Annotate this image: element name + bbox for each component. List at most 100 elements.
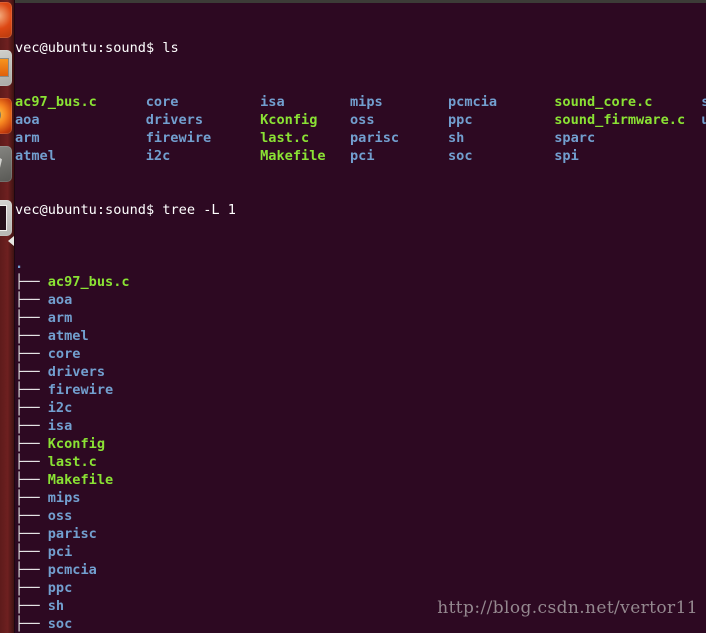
tree-entry-row: ├── isa (15, 417, 706, 435)
tree-dir-entry: firewire (47, 382, 114, 398)
ls-row: aoa drivers Kconfig oss ppc sound_firmware.c u… (15, 111, 706, 129)
tree-entry-row: ├── pcmcia (15, 561, 706, 579)
tree-dir-entry: pcmcia (47, 562, 97, 578)
tree-entry-row: ├── arm (15, 309, 706, 327)
tree-entry-row: ├── atmel (15, 327, 706, 345)
tree-branch-icon: ├── (15, 310, 48, 326)
ls-file-entry: sound_firmware.c (554, 112, 686, 128)
tree-branch-icon: ├── (15, 454, 48, 470)
files-icon[interactable] (0, 50, 12, 86)
ls-row: ac97_bus.c core isa mips pcmcia sound_core.c s… (15, 93, 706, 111)
tree-branch-icon: ├── (15, 526, 48, 542)
tree-branch-icon: ├── (15, 508, 48, 524)
tree-branch-icon: ├── (15, 328, 48, 344)
tree-branch-icon: ├── (15, 364, 48, 380)
unity-launcher[interactable] (0, 0, 15, 633)
ls-dir-entry: atmel (15, 148, 56, 164)
tree-dir-entry: arm (47, 310, 73, 326)
ls-dir-entry: isa (260, 94, 285, 110)
ls-file-entry: ac97_bus.c (15, 94, 97, 110)
tree-dir-entry: oss (47, 508, 73, 524)
ls-dir-entry: mips (349, 94, 383, 110)
tree-dir-entry: atmel (47, 328, 89, 344)
tree-dir-entry: aoa (47, 292, 73, 308)
tree-entry-row: ├── i2c (15, 399, 706, 417)
firefox-icon[interactable] (0, 98, 12, 134)
tree-branch-icon: ├── (15, 580, 48, 596)
tree-entry-row: ├── aoa (15, 291, 706, 309)
tree-branch-icon: ├── (15, 382, 48, 398)
tree-dir-entry: ppc (47, 580, 73, 596)
ls-dir-entry: core (145, 94, 179, 110)
tree-file-entry: Kconfig (47, 436, 106, 452)
ls-dir-entry: pci (349, 148, 375, 164)
ls-dir-entry: synth (701, 94, 706, 110)
ls-output: ac97_bus.c core isa mips pcmcia sound_core.c s… (15, 93, 706, 165)
tree-branch-icon: ├── (15, 400, 48, 416)
ls-dir-entry: spi (554, 148, 579, 164)
tree-dir-entry: isa (47, 418, 73, 434)
ls-row: atmel i2c Makefile pci soc spi (15, 147, 706, 165)
prompt-tree-text: vec@ubuntu:sound$ tree -L 1 (15, 202, 236, 218)
ubuntu-dash-icon[interactable] (0, 2, 12, 38)
tree-branch-icon: ├── (15, 436, 48, 452)
tree-branch-icon: ├── (15, 274, 48, 290)
ls-dir-entry: soc (448, 148, 473, 164)
tree-entry-row: ├── pci (15, 543, 706, 561)
tree-entry-row: ├── core (15, 345, 706, 363)
ls-dir-entry: parisc (349, 130, 400, 146)
tree-entry-row: ├── parisc (15, 525, 706, 543)
tree-branch-icon: ├── (15, 598, 48, 614)
tree-root-line: . (15, 255, 706, 273)
tree-branch-icon: ├── (15, 292, 48, 308)
tree-dir-entry: parisc (47, 526, 97, 542)
ls-dir-entry: arm (15, 130, 40, 146)
tree-branch-icon: ├── (15, 418, 48, 434)
tree-entry-row: ├── ac97_bus.c (15, 273, 706, 291)
ls-dir-entry: oss (349, 112, 375, 128)
ls-row: arm firewire last.c parisc sh sparc (15, 129, 706, 147)
window-top-edge (15, 0, 706, 3)
tree-file-entry: ac97_bus.c (47, 274, 130, 290)
tree-entry-row: ├── last.c (15, 453, 706, 471)
tree-branch-icon: ├── (15, 562, 48, 578)
tree-dir-entry: core (47, 346, 81, 362)
tree-dir-entry: soc (47, 616, 73, 632)
tree-entry-row: ├── oss (15, 507, 706, 525)
tree-dir-entry: sh (47, 598, 65, 614)
ls-dir-entry: aoa (15, 112, 40, 128)
ls-dir-entry: sparc (554, 130, 596, 146)
ls-file-entry: sound_core.c (554, 94, 653, 110)
tree-output: . ├── ac97_bus.c ├── aoa ├── arm ├── atmel ├─… (15, 255, 706, 633)
prompt-line-tree: vec@ubuntu:sound$ tree -L 1 (15, 201, 706, 219)
tree-dir-entry: mips (47, 490, 81, 506)
launcher-active-arrow-icon (8, 236, 14, 246)
ls-dir-entry: pcmcia (448, 94, 498, 110)
tree-file-entry: Makefile (47, 472, 114, 488)
tree-root-label: . (15, 256, 24, 272)
ls-file-entry: last.c (260, 130, 310, 146)
prompt-ls-text: vec@ubuntu:sound$ ls (15, 40, 179, 56)
ls-file-entry: Makefile (260, 148, 326, 164)
app-icon[interactable] (0, 146, 12, 182)
tree-branch-icon: ├── (15, 346, 48, 362)
ls-dir-entry: ppc (448, 112, 473, 128)
tree-branch-icon: ├── (15, 490, 48, 506)
ls-dir-entry: drivers (145, 112, 204, 128)
terminal-icon[interactable] (0, 200, 12, 236)
tree-dir-entry: pci (47, 544, 73, 560)
tree-branch-icon: ├── (15, 544, 48, 560)
watermark: http://blog.csdn.net/vertor11 (437, 598, 698, 618)
tree-file-entry: last.c (47, 454, 97, 470)
ls-dir-entry: sh (448, 130, 465, 146)
prompt-line-ls: vec@ubuntu:sound$ ls (15, 39, 706, 57)
tree-entry-row: ├── Kconfig (15, 435, 706, 453)
ls-dir-entry: firewire (145, 130, 212, 146)
tree-entry-row: ├── drivers (15, 363, 706, 381)
ls-dir-entry: i2c (145, 148, 171, 164)
tree-entry-row: ├── mips (15, 489, 706, 507)
terminal-window[interactable]: vec@ubuntu:sound$ ls ac97_bus.c core isa mi… (15, 0, 706, 633)
tree-branch-icon: ├── (15, 616, 48, 632)
ls-dir-entry: usb (701, 112, 706, 128)
tree-entry-row: ├── Makefile (15, 471, 706, 489)
